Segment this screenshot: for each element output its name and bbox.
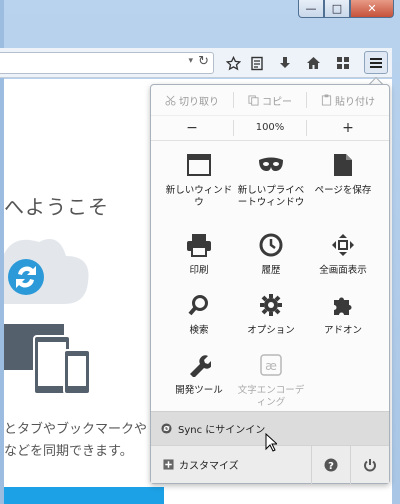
home-icon[interactable] — [302, 53, 324, 73]
options-label: オプション — [247, 325, 295, 336]
new-window-button[interactable]: 新しいウィンドウ — [163, 143, 235, 223]
zoom-in-button[interactable]: + — [307, 120, 389, 136]
quit-button[interactable] — [351, 446, 389, 484]
new-private-window-label: 新しいプライベートウィンドウ — [237, 185, 305, 208]
url-history-dropdown[interactable]: ▾ — [188, 56, 193, 66]
sync-cloud-icon — [4, 239, 89, 304]
help-icon: ? — [324, 458, 338, 472]
nav-toolbar: ▾ ↻ — [0, 48, 392, 78]
printer-icon — [185, 231, 213, 259]
paste-button[interactable]: 貼り付け — [307, 85, 389, 115]
addons-button[interactable]: アドオン — [307, 283, 379, 363]
zoom-controls: − 100% + — [151, 115, 389, 139]
fullscreen-icon — [329, 231, 357, 259]
zoom-out-button[interactable]: − — [151, 120, 233, 136]
new-private-window-button[interactable]: 新しいプライベートウィンドウ — [235, 143, 307, 223]
sync-description: とタブやブックマークや などを同期できます。 — [4, 419, 164, 463]
sync-signin-label: Sync にサインイン — [178, 425, 266, 436]
hamburger-menu-icon[interactable] — [364, 51, 388, 74]
welcome-heading: へようこそ — [4, 195, 109, 219]
save-page-icon — [329, 151, 357, 179]
copy-icon — [248, 94, 259, 106]
wrench-icon — [185, 351, 213, 379]
save-page-button[interactable]: ページを保存 — [307, 143, 379, 223]
reload-icon[interactable]: ↻ — [198, 54, 209, 69]
main-menu-panel: 切り取り コピー 貼り付け − 100% + 新しいウィンドウ 新しいプライベー… — [150, 84, 390, 484]
addons-label: アドオン — [323, 325, 362, 336]
find-label: 検索 — [189, 325, 209, 336]
get-started-button[interactable] — [4, 487, 164, 504]
customize-button[interactable]: カスタマイズ — [151, 457, 311, 472]
save-page-label: ページを保存 — [314, 185, 372, 196]
scissors-icon — [165, 95, 176, 106]
reading-list-icon[interactable] — [246, 53, 268, 73]
divider — [151, 140, 389, 141]
developer-tools-label: 開発ツール — [175, 385, 223, 396]
minimize-button[interactable]: — — [298, 0, 324, 18]
mouse-cursor-icon — [265, 433, 277, 452]
copy-label: コピー — [262, 96, 292, 108]
cut-label: 切り取り — [179, 96, 219, 108]
cut-button[interactable]: 切り取り — [151, 85, 233, 115]
edit-controls: 切り取り コピー 貼り付け — [151, 85, 389, 115]
svg-text:?: ? — [328, 461, 334, 472]
zoom-reset-button[interactable]: 100% — [234, 122, 306, 133]
power-icon — [364, 458, 376, 471]
puzzle-piece-icon — [329, 291, 357, 319]
devices-icon — [4, 324, 91, 395]
svg-text:æ: æ — [265, 359, 277, 373]
fullscreen-label: 全画面表示 — [319, 265, 367, 276]
clipboard-icon — [321, 94, 332, 106]
customize-plus-icon — [163, 459, 174, 470]
clock-icon — [257, 231, 285, 259]
sync-description-line2: などを同期できます。 — [4, 444, 133, 459]
download-icon[interactable] — [274, 53, 296, 73]
url-bar[interactable]: ▾ ↻ — [0, 52, 214, 74]
window-caption-buttons: — □ ✕ — [298, 0, 394, 18]
help-button[interactable]: ? — [312, 446, 350, 484]
maximize-button[interactable]: □ — [324, 0, 350, 18]
character-encoding-icon: æ — [257, 351, 285, 379]
sync-description-line1: とタブやブックマークや — [4, 422, 148, 437]
search-icon — [185, 291, 213, 319]
history-label: 履歴 — [261, 265, 281, 276]
star-icon[interactable] — [222, 53, 244, 73]
new-window-icon — [185, 151, 213, 179]
copy-button[interactable]: コピー — [234, 85, 306, 115]
new-window-label: 新しいウィンドウ — [165, 185, 233, 208]
gear-icon — [257, 291, 285, 319]
close-button[interactable]: ✕ — [350, 0, 394, 18]
character-encoding-label: 文字エンコーディング — [237, 385, 305, 408]
pocket-icon[interactable] — [332, 53, 354, 73]
print-label: 印刷 — [189, 265, 209, 276]
sync-icon — [161, 423, 172, 434]
paste-label: 貼り付け — [335, 96, 375, 108]
mask-icon — [257, 151, 285, 179]
customize-label: カスタマイズ — [179, 461, 239, 472]
